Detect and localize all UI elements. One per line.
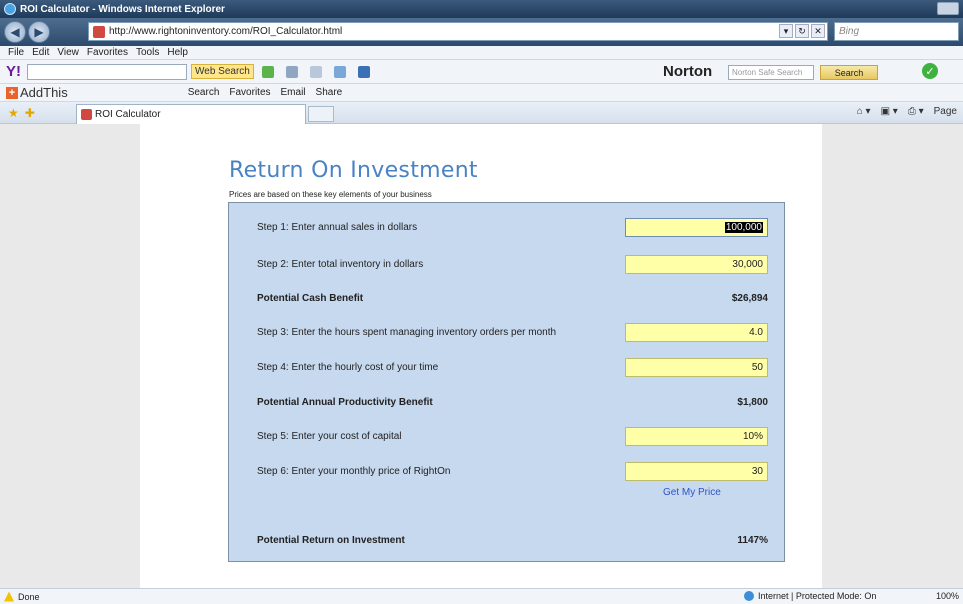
favorites-star-icon[interactable]: ★: [8, 106, 19, 120]
page-title: Return On Investment: [229, 158, 478, 183]
globe-icon: [744, 591, 754, 601]
yahoo-norton-toolbar: Y! Web Search Norton Norton Safe Search …: [0, 60, 963, 84]
page-subtitle: Prices are based on these key elements o…: [229, 190, 432, 199]
roi-label: Potential Return on Investment: [257, 535, 405, 546]
forward-button[interactable]: ▶: [28, 21, 50, 43]
address-bar[interactable]: http://www.rightoninventory.com/ROI_Calc…: [88, 22, 828, 41]
toolbar-answers-icon[interactable]: [333, 65, 346, 78]
yahoo-logo[interactable]: Y!: [6, 63, 21, 80]
menu-file[interactable]: File: [8, 47, 24, 58]
menu-favorites[interactable]: Favorites: [87, 47, 128, 58]
step5-label: Step 5: Enter your cost of capital: [257, 431, 402, 442]
address-row: ◀ ▶ http://www.rightoninventory.com/ROI_…: [0, 18, 963, 46]
menu-bar: File Edit View Favorites Tools Help: [0, 46, 963, 60]
ie-icon: [4, 3, 16, 15]
norton-search-input[interactable]: Norton Safe Search: [728, 65, 814, 80]
addthis-favorites-button[interactable]: Favorites: [229, 87, 270, 98]
addthis-label: AddThis: [20, 85, 68, 100]
bing-search-input[interactable]: Bing: [834, 22, 959, 41]
toolbar-mail-icon[interactable]: [309, 65, 322, 78]
print-icon[interactable]: ⎙ ▾: [908, 106, 924, 117]
tab-roi-calculator[interactable]: ROI Calculator: [76, 104, 306, 124]
site-favicon-icon: [93, 26, 105, 38]
plus-icon: +: [6, 86, 18, 99]
zoom-level[interactable]: 100%: [936, 591, 959, 601]
yahoo-search-input[interactable]: [27, 63, 187, 80]
bing-search-placeholder: Bing: [839, 26, 860, 37]
step3-label: Step 3: Enter the hours spent managing i…: [257, 327, 557, 338]
home-icon[interactable]: ⌂ ▾: [857, 106, 871, 117]
tab-label: ROI Calculator: [95, 109, 161, 120]
toolbar-flickr-icon[interactable]: [357, 65, 370, 78]
status-text: Done: [18, 591, 40, 602]
annual-sales-input[interactable]: 100,000: [625, 218, 768, 237]
toolbar-bookmark-icon[interactable]: [285, 65, 298, 78]
web-search-button[interactable]: Web Search: [191, 64, 254, 79]
window-titlebar: ROI Calculator - Windows Internet Explor…: [0, 0, 963, 18]
back-button[interactable]: ◀: [4, 21, 26, 43]
norton-check-icon[interactable]: ✓: [922, 63, 938, 79]
url-text: http://www.rightoninventory.com/ROI_Calc…: [109, 26, 343, 37]
status-bar: Done Internet | Protected Mode: On 100%: [0, 588, 963, 604]
toolbar-arrow-icon[interactable]: [261, 65, 274, 78]
step6-label: Step 6: Enter your monthly price of Righ…: [257, 466, 451, 477]
add-favorite-icon[interactable]: ✚: [25, 106, 35, 120]
zone-text: Internet | Protected Mode: On: [758, 591, 877, 601]
tab-row: ★ ✚ ROI Calculator ⌂ ▾ ▣ ▾ ⎙ ▾ Page: [0, 102, 963, 124]
addthis-share-button[interactable]: Share: [316, 87, 343, 98]
feeds-icon[interactable]: ▣ ▾: [881, 106, 898, 117]
menu-edit[interactable]: Edit: [32, 47, 49, 58]
minimize-button[interactable]: [937, 2, 959, 15]
menu-tools[interactable]: Tools: [136, 47, 159, 58]
get-my-price-link[interactable]: Get My Price: [663, 487, 721, 498]
total-inventory-input[interactable]: 30,000: [625, 255, 768, 274]
refresh-icon[interactable]: ↻: [795, 24, 809, 38]
norton-logo[interactable]: Norton: [663, 63, 712, 80]
norton-search-button[interactable]: Search: [820, 65, 878, 80]
roi-calculator-panel: Step 1: Enter annual sales in dollars 10…: [228, 202, 785, 562]
addthis-email-button[interactable]: Email: [281, 87, 306, 98]
command-bar: ⌂ ▾ ▣ ▾ ⎙ ▾ Page: [857, 106, 957, 117]
window-title: ROI Calculator - Windows Internet Explor…: [20, 3, 225, 15]
new-tab-button[interactable]: [308, 106, 334, 122]
menu-help[interactable]: Help: [167, 47, 188, 58]
step2-label: Step 2: Enter total inventory in dollars: [257, 259, 424, 270]
step1-label: Step 1: Enter annual sales in dollars: [257, 222, 418, 233]
cash-benefit-label: Potential Cash Benefit: [257, 293, 364, 304]
addthis-search-button[interactable]: Search: [188, 87, 220, 98]
menu-view[interactable]: View: [57, 47, 79, 58]
addthis-button[interactable]: + AddThis: [6, 85, 68, 100]
hourly-cost-input[interactable]: 50: [625, 358, 768, 377]
addthis-toolbar: + AddThis Search Favorites Email Share: [0, 84, 963, 102]
stop-icon[interactable]: ✕: [811, 24, 825, 38]
warning-icon: [4, 591, 14, 602]
security-zone[interactable]: Internet | Protected Mode: On: [744, 591, 876, 601]
monthly-price-input[interactable]: 30: [625, 462, 768, 481]
productivity-benefit-label: Potential Annual Productivity Benefit: [257, 397, 433, 408]
annual-sales-value: 100,000: [724, 222, 763, 233]
hours-managing-input[interactable]: 4.0: [625, 323, 768, 342]
compat-icon[interactable]: ▾: [779, 24, 793, 38]
page-menu[interactable]: Page: [934, 106, 957, 117]
cash-benefit-value: $26,894: [731, 293, 768, 304]
cost-of-capital-input[interactable]: 10%: [625, 427, 768, 446]
step4-label: Step 4: Enter the hourly cost of your ti…: [257, 362, 439, 373]
roi-value: 1147%: [737, 535, 768, 546]
productivity-benefit-value: $1,800: [737, 397, 768, 408]
tab-favicon-icon: [81, 109, 92, 120]
